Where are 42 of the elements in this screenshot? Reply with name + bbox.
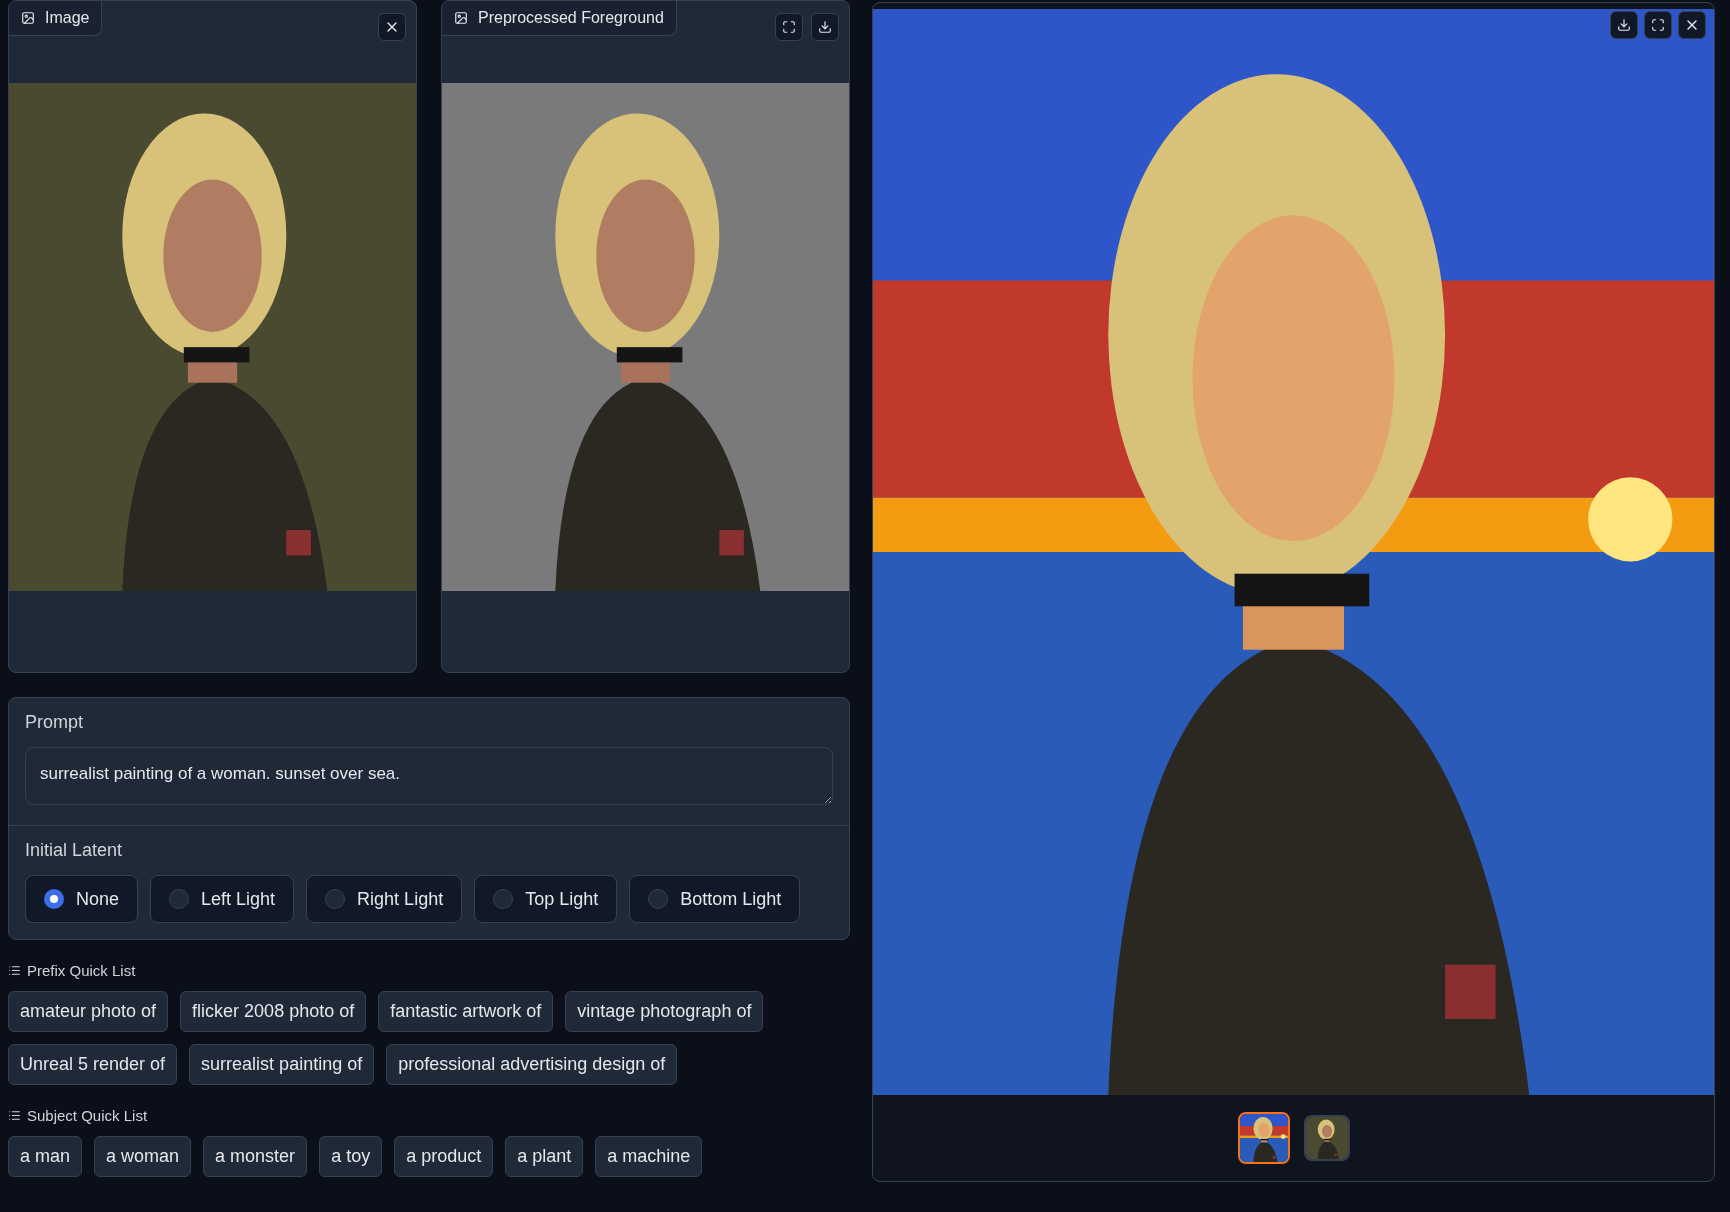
- list-icon: [8, 964, 21, 977]
- quick-list-chip[interactable]: vintage photograph of: [565, 991, 764, 1032]
- quick-list-chip[interactable]: fantastic artwork of: [378, 991, 554, 1032]
- prompt-label: Prompt: [25, 712, 85, 733]
- panel-label-text: Preprocessed Foreground: [478, 9, 664, 27]
- download-icon: [818, 20, 832, 34]
- quick-list-chip[interactable]: a toy: [319, 1136, 383, 1177]
- quick-list-chip[interactable]: amateur photo of: [8, 991, 169, 1032]
- quick-list-chip[interactable]: surrealist painting of: [189, 1044, 375, 1085]
- download-icon: [1617, 18, 1631, 32]
- list-icon: [8, 1109, 21, 1122]
- fullscreen-icon: [1651, 18, 1665, 32]
- image-icon: [21, 11, 35, 25]
- quick-list-chip[interactable]: a woman: [94, 1136, 192, 1177]
- close-button[interactable]: [378, 13, 406, 41]
- quick-list-title: Prefix Quick List: [27, 962, 136, 979]
- close-button[interactable]: [1678, 11, 1706, 39]
- radio-option[interactable]: Top Light: [474, 875, 618, 923]
- fullscreen-button[interactable]: [1644, 11, 1672, 39]
- radio-option[interactable]: Bottom Light: [629, 875, 801, 923]
- quick-list-chip[interactable]: a plant: [505, 1136, 584, 1177]
- fullscreen-icon: [782, 20, 796, 34]
- prompt-field[interactable]: surrealist painting of a woman. sunset over sea.: [25, 747, 833, 805]
- quick-list-chip[interactable]: a machine: [595, 1136, 703, 1177]
- quick-list-chip[interactable]: flicker 2008 photo of: [180, 991, 367, 1032]
- quick-list-chip[interactable]: a monster: [203, 1136, 308, 1177]
- quick-list-title: Subject Quick List: [27, 1107, 148, 1124]
- quick-list-chip[interactable]: professional advertising design of: [386, 1044, 678, 1085]
- quick-list-chip[interactable]: a man: [8, 1136, 83, 1177]
- fullscreen-button[interactable]: [775, 13, 803, 41]
- quick-list-chip[interactable]: Unreal 5 render of: [8, 1044, 178, 1085]
- radio-option[interactable]: None: [25, 875, 139, 923]
- panel-label-text: Image: [45, 9, 90, 27]
- download-button[interactable]: [1610, 11, 1638, 39]
- download-button[interactable]: [811, 13, 839, 41]
- image-icon: [454, 11, 468, 25]
- radio-option[interactable]: Left Light: [150, 875, 295, 923]
- gallery-thumbnail[interactable]: [1303, 1115, 1350, 1161]
- gallery-thumbnail[interactable]: [1237, 1112, 1290, 1164]
- quick-list-chip[interactable]: a product: [394, 1136, 494, 1177]
- latent-label: Initial Latent: [25, 840, 124, 861]
- radio-option[interactable]: Right Light: [306, 875, 463, 923]
